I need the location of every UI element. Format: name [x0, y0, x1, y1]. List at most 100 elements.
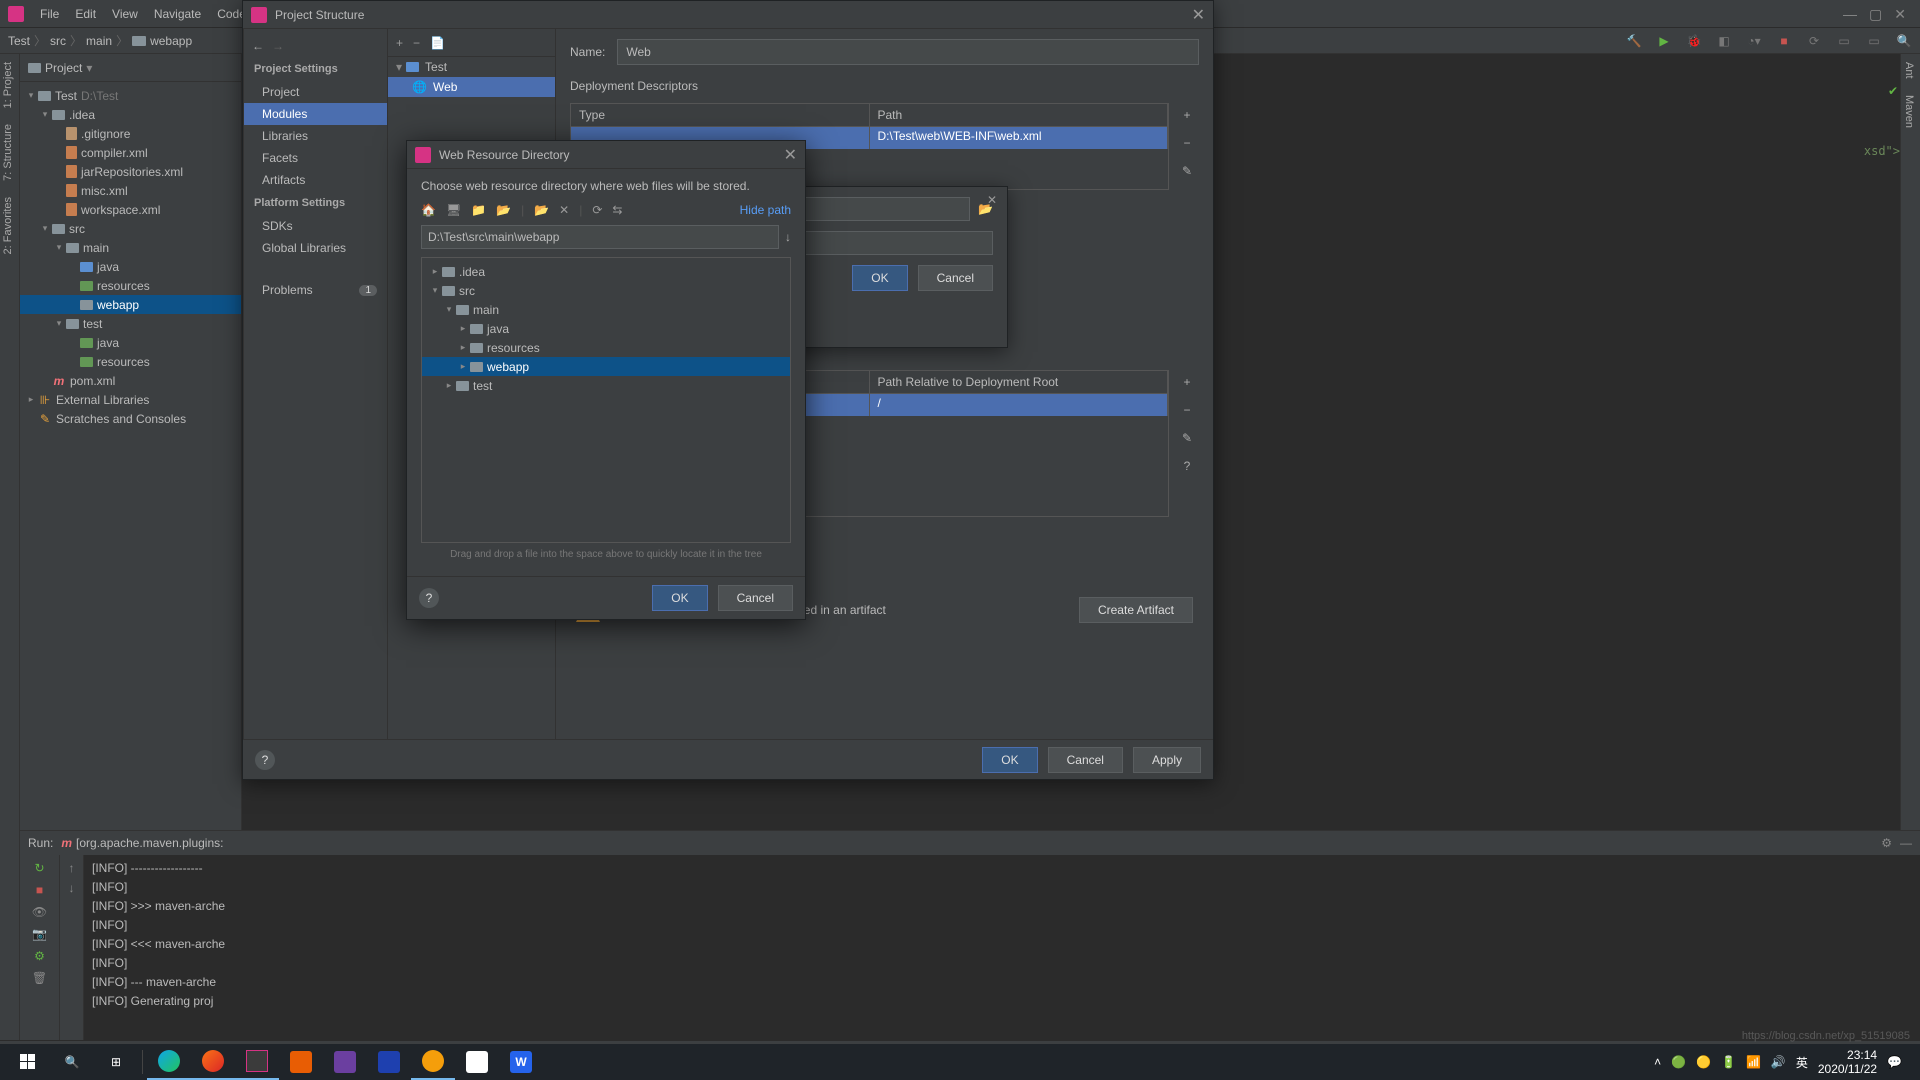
cancel-button[interactable]: Cancel — [1048, 747, 1123, 773]
wrd-tree-src[interactable]: ▾src — [422, 281, 790, 300]
project-title[interactable]: Project — [45, 61, 82, 75]
nav-back-icon[interactable]: ← — [252, 39, 264, 53]
ok-button[interactable]: OK — [652, 585, 707, 611]
menu-view[interactable]: View — [104, 7, 146, 21]
cancel-button[interactable]: Cancel — [918, 265, 993, 291]
tree-resources[interactable]: resources — [20, 276, 241, 295]
profiler-icon[interactable]: ◔▾ — [1746, 33, 1762, 49]
stop-icon[interactable]: ■ — [1776, 33, 1792, 49]
chevron-down-icon[interactable]: ▾ — [86, 61, 92, 75]
refresh-icon[interactable]: ⟳ — [592, 203, 602, 217]
wr-help-icon[interactable]: ? — [1175, 454, 1199, 478]
apply-button[interactable]: Apply — [1133, 747, 1201, 773]
avd-icon[interactable]: ▭ — [1836, 33, 1852, 49]
nav-forward-icon[interactable]: → — [272, 39, 284, 53]
intellij-icon[interactable] — [235, 1044, 279, 1080]
start-button[interactable] — [6, 1044, 50, 1080]
tree-webapp[interactable]: webapp — [20, 295, 241, 314]
task-view-button[interactable]: ⊞ — [94, 1044, 138, 1080]
tab-structure[interactable]: 7: Structure — [0, 116, 16, 189]
ok-button[interactable]: OK — [982, 747, 1037, 773]
camera-icon[interactable]: 📷 — [32, 927, 47, 941]
menu-file[interactable]: File — [32, 7, 67, 21]
maximize-icon[interactable]: ▢ — [1869, 6, 1882, 23]
wr-add-icon[interactable]: + — [1175, 370, 1199, 394]
wrd-tree-main[interactable]: ▾main — [422, 300, 790, 319]
hide-path-link[interactable]: Hide path — [740, 203, 791, 217]
tab-project[interactable]: 1: Project — [0, 54, 16, 116]
tray-clock[interactable]: 23:14 2020/11/22 — [1818, 1048, 1877, 1076]
up-icon[interactable]: ↑ — [69, 861, 75, 875]
tab-favorites[interactable]: 2: Favorites — [0, 189, 16, 262]
app-icon[interactable] — [411, 1044, 455, 1080]
edge-icon[interactable] — [147, 1044, 191, 1080]
ok-button[interactable]: OK — [852, 265, 907, 291]
tray-chevron-icon[interactable]: ˄ — [1654, 1055, 1661, 1069]
ps-item-global-libraries[interactable]: Global Libraries — [244, 237, 387, 259]
tray-volume-icon[interactable]: 🔊 — [1771, 1055, 1786, 1069]
help-button[interactable]: ? — [255, 750, 275, 770]
tray-ime-icon[interactable]: 英 — [1796, 1054, 1808, 1071]
delete-icon[interactable]: ✕ — [559, 203, 569, 217]
wrd-tree-idea[interactable]: ▸.idea — [422, 262, 790, 281]
wrd-tree-java[interactable]: ▸java — [422, 319, 790, 338]
dialog-titlebar[interactable]: Project Structure ✕ — [243, 1, 1213, 29]
close-icon[interactable]: ✕ — [784, 145, 797, 165]
tree-file[interactable]: .gitignore — [20, 124, 241, 143]
settings-icon[interactable]: ▭ — [1866, 33, 1882, 49]
new-folder-icon[interactable]: 📂 — [534, 203, 549, 217]
module-folder-icon[interactable]: 📂 — [496, 203, 511, 217]
tree-file[interactable]: compiler.xml — [20, 143, 241, 162]
minimize-icon[interactable]: — — [1843, 6, 1857, 22]
dd-add-icon[interactable]: + — [1175, 103, 1199, 127]
tray-icon[interactable]: 🟢 — [1671, 1055, 1686, 1069]
plugin-icon[interactable]: ⚙ — [34, 949, 45, 963]
build-icon[interactable]: 🔨 — [1626, 33, 1642, 49]
ps-item-modules[interactable]: Modules — [244, 103, 387, 125]
notifications-icon[interactable]: 💬 — [1887, 1055, 1902, 1069]
trash-icon[interactable]: 🗑 — [32, 971, 47, 985]
firefox-icon[interactable] — [191, 1044, 235, 1080]
search-everywhere-icon[interactable]: 🔍 — [1896, 33, 1912, 49]
tree-external-libraries[interactable]: ▸⊪External Libraries — [20, 390, 241, 409]
coverage-icon[interactable]: ◧ — [1716, 33, 1732, 49]
path-input[interactable] — [421, 225, 779, 249]
close-icon[interactable]: ✕ — [1192, 5, 1205, 25]
module-test[interactable]: ▾ Test — [388, 57, 555, 77]
tree-java[interactable]: java — [20, 257, 241, 276]
tab-ant[interactable]: Ant — [1901, 54, 1917, 87]
debug-icon[interactable]: 🐞 — [1686, 33, 1702, 49]
ps-item-problems[interactable]: Problems 1 — [244, 279, 387, 301]
add-module-icon[interactable]: + — [396, 36, 403, 50]
minimize-panel-icon[interactable]: — — [1900, 836, 1912, 850]
ps-item-sdks[interactable]: SDKs — [244, 215, 387, 237]
run-config-name[interactable]: [org.apache.maven.plugins: — [76, 836, 223, 850]
wr-edit-icon[interactable]: ✎ — [1175, 426, 1199, 450]
tree-file[interactable]: jarRepositories.xml — [20, 162, 241, 181]
tray-wifi-icon[interactable]: 📶 — [1746, 1055, 1761, 1069]
menu-edit[interactable]: Edit — [67, 7, 104, 21]
tree-root[interactable]: ▾ Test D:\Test — [20, 86, 241, 105]
inspection-ok-icon[interactable]: ✔ — [1888, 84, 1898, 98]
help-button[interactable]: ? — [419, 588, 439, 608]
run-output[interactable]: [INFO] ------------------ [INFO] [INFO] … — [84, 855, 1920, 1040]
tree-pom[interactable]: mpom.xml — [20, 371, 241, 390]
app-icon[interactable] — [279, 1044, 323, 1080]
update-icon[interactable]: ⟳ — [1806, 33, 1822, 49]
tray-icon[interactable]: 🟡 — [1696, 1055, 1711, 1069]
tree-test[interactable]: ▾test — [20, 314, 241, 333]
show-icon[interactable]: 👁 — [32, 905, 47, 919]
wps-icon[interactable]: W — [499, 1044, 543, 1080]
tray-battery-icon[interactable]: 🔋 — [1721, 1055, 1736, 1069]
tree-file[interactable]: misc.xml — [20, 181, 241, 200]
ps-item-artifacts[interactable]: Artifacts — [244, 169, 387, 191]
history-down-icon[interactable]: ↓ — [785, 225, 791, 249]
show-hidden-icon[interactable]: ⇆ — [612, 203, 622, 217]
ps-item-facets[interactable]: Facets — [244, 147, 387, 169]
dialog-titlebar[interactable]: Web Resource Directory ✕ — [407, 141, 805, 169]
wrd-tree-resources[interactable]: ▸resources — [422, 338, 790, 357]
wrd-tree[interactable]: ▸.idea ▾src ▾main ▸java ▸resources ▸weba… — [421, 257, 791, 543]
create-artifact-button[interactable]: Create Artifact — [1079, 597, 1193, 623]
vs-icon[interactable] — [323, 1044, 367, 1080]
wrd-tree-test[interactable]: ▸test — [422, 376, 790, 395]
